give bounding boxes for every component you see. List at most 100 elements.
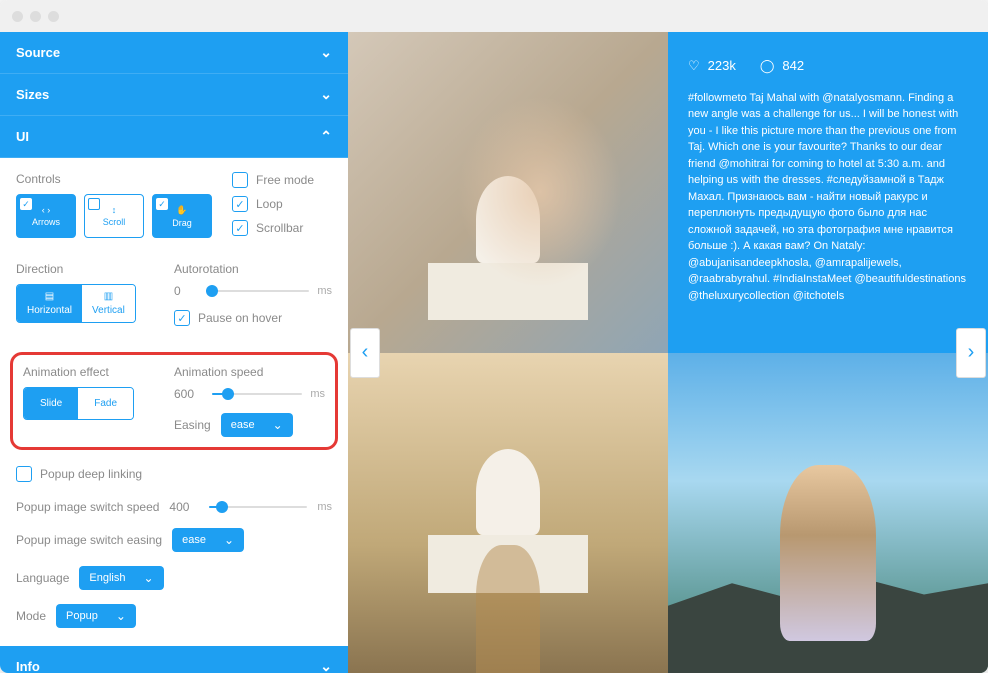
effect-slide[interactable]: Slide (24, 388, 78, 419)
control-label: Drag (172, 218, 192, 228)
effect-segment: Slide Fade (23, 387, 134, 420)
horizontal-icon: ▤ (45, 291, 54, 302)
checkbox-icon: ✓ (232, 220, 248, 236)
gallery-image-1[interactable] (348, 32, 668, 353)
animation-speed-label: Animation speed (174, 365, 325, 379)
mode-dropdown[interactable]: Popup (56, 604, 136, 628)
checkbox-icon: ✓ (156, 198, 168, 210)
direction-horizontal[interactable]: ▤ Horizontal (17, 285, 82, 322)
segment-label: Horizontal (27, 305, 72, 316)
controls-label: Controls (16, 172, 212, 186)
direction-label: Direction (16, 262, 174, 276)
easing-dropdown[interactable]: ease (221, 413, 293, 437)
popup-switch-speed-slider[interactable] (209, 506, 307, 508)
accordion-info[interactable]: Info ⌄ (0, 646, 348, 673)
free-mode-checkbox[interactable]: Free mode (232, 172, 332, 188)
checkbox-icon: ✓ (20, 198, 32, 210)
checkbox-label: Free mode (256, 173, 314, 187)
language-label: Language (16, 571, 69, 585)
animation-effect-label: Animation effect (23, 365, 174, 379)
likes-count: 223k (708, 56, 736, 76)
chevron-up-icon: ⌃ (320, 128, 332, 145)
checkbox-label: Pause on hover (198, 311, 282, 325)
loop-checkbox[interactable]: ✓ Loop (232, 196, 332, 212)
easing-label: Easing (174, 418, 211, 432)
segment-label: Vertical (92, 305, 125, 316)
popup-switch-speed-value: 400 (169, 500, 199, 514)
arrows-icon: ‹ › (42, 205, 51, 215)
controls-group: ✓ ‹ › Arrows ✓ ↕ Scroll ✓ ✋ (16, 194, 212, 238)
mode-label: Mode (16, 609, 46, 623)
comment-icon: ◯ (760, 56, 775, 76)
pause-on-hover-checkbox[interactable]: ✓ Pause on hover (174, 310, 332, 326)
popup-switch-easing-label: Popup image switch easing (16, 533, 162, 547)
post-caption: #followmeto Taj Mahal with @natalyosmann… (688, 90, 968, 305)
dropdown-value: Popup (66, 610, 98, 622)
ui-panel: Controls ✓ ‹ › Arrows ✓ ↕ Scroll (0, 158, 348, 646)
accordion-label: UI (16, 129, 29, 144)
gallery-info-card: ♡ 223k ◯ 842 #followmeto Taj Mahal with … (668, 32, 988, 353)
accordion-sizes[interactable]: Sizes ⌄ (0, 74, 348, 116)
control-scroll[interactable]: ✓ ↕ Scroll (84, 194, 144, 238)
accordion-source[interactable]: Source ⌄ (0, 32, 348, 74)
preview-pane: ♡ 223k ◯ 842 #followmeto Taj Mahal with … (348, 32, 988, 673)
control-label: Arrows (32, 217, 60, 227)
checkbox-label: Scrollbar (256, 221, 303, 235)
control-arrows[interactable]: ✓ ‹ › Arrows (16, 194, 76, 238)
checkbox-label: Popup deep linking (40, 467, 142, 481)
language-dropdown[interactable]: English (79, 566, 163, 590)
drag-icon: ✋ (176, 205, 187, 216)
checkbox-icon: ✓ (174, 310, 190, 326)
chevron-left-icon: ‹ (362, 341, 369, 364)
animation-speed-value: 600 (174, 387, 204, 401)
vertical-icon: ▥ (104, 291, 113, 302)
control-label: Scroll (103, 217, 126, 227)
gallery-next-button[interactable]: › (956, 328, 986, 378)
checkbox-icon (232, 172, 248, 188)
unit-label: ms (317, 285, 332, 297)
segment-label: Fade (94, 398, 117, 409)
dropdown-value: ease (231, 419, 255, 431)
autorotation-slider[interactable] (212, 290, 309, 292)
effect-fade[interactable]: Fade (78, 388, 133, 419)
autorotation-value: 0 (174, 284, 204, 298)
segment-label: Slide (40, 398, 62, 409)
autorotation-label: Autorotation (174, 262, 332, 276)
highlight-box: Animation effect Slide Fade (10, 352, 338, 450)
comments-count: 842 (782, 56, 804, 76)
dropdown-value: ease (182, 534, 206, 546)
window-titlebar (0, 0, 988, 32)
checkbox-icon (16, 466, 32, 482)
scroll-icon: ↕ (112, 205, 117, 215)
accordion-ui[interactable]: UI ⌃ (0, 116, 348, 158)
checkbox-icon: ✓ (232, 196, 248, 212)
dropdown-value: English (89, 572, 125, 584)
heart-icon: ♡ (688, 56, 700, 76)
scrollbar-checkbox[interactable]: ✓ Scrollbar (232, 220, 332, 236)
checkbox-label: Loop (256, 197, 283, 211)
traffic-light-zoom[interactable] (48, 11, 59, 22)
popup-deep-linking-checkbox[interactable]: Popup deep linking (16, 466, 332, 482)
unit-label: ms (310, 388, 325, 400)
chevron-down-icon: ⌄ (320, 86, 332, 103)
unit-label: ms (317, 501, 332, 513)
gallery-prev-button[interactable]: ‹ (350, 328, 380, 378)
traffic-light-close[interactable] (12, 11, 23, 22)
direction-segment: ▤ Horizontal ▥ Vertical (16, 284, 136, 323)
chevron-right-icon: › (968, 341, 975, 364)
accordion-label: Source (16, 45, 60, 60)
control-drag[interactable]: ✓ ✋ Drag (152, 194, 212, 238)
gallery-image-3[interactable] (668, 353, 988, 673)
popup-switch-speed-label: Popup image switch speed (16, 500, 159, 514)
direction-vertical[interactable]: ▥ Vertical (82, 285, 135, 322)
animation-speed-slider[interactable] (212, 393, 302, 395)
popup-switch-easing-dropdown[interactable]: ease (172, 528, 244, 552)
traffic-light-minimize[interactable] (30, 11, 41, 22)
chevron-down-icon: ⌄ (320, 658, 332, 673)
likes-stat[interactable]: ♡ 223k (688, 56, 736, 76)
chevron-down-icon: ⌄ (320, 44, 332, 61)
comments-stat[interactable]: ◯ 842 (760, 56, 804, 76)
accordion-label: Sizes (16, 87, 49, 102)
gallery-image-2[interactable] (348, 353, 668, 673)
accordion-label: Info (16, 659, 40, 673)
